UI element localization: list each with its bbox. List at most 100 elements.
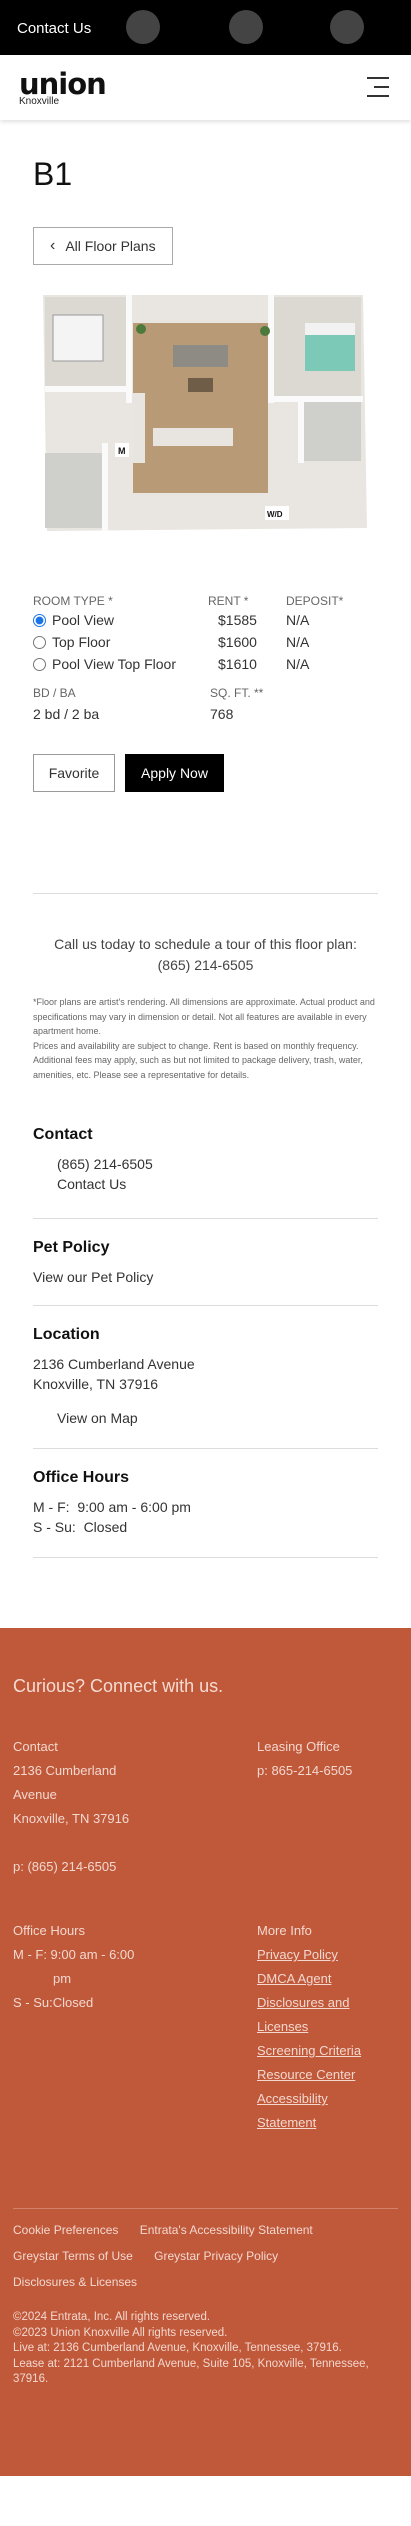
office-hours-title: Office Hours xyxy=(33,1469,130,1486)
tour-phone[interactable]: (865) 214-6505 xyxy=(33,955,378,976)
bd-ba-value: 2 bd / 2 ba xyxy=(33,706,100,722)
action-buttons: Favorite Apply Now xyxy=(33,754,378,792)
radio-icon[interactable] xyxy=(33,613,46,627)
footer-divider xyxy=(13,2208,398,2209)
accessibility-link-cont[interactable]: Statement xyxy=(257,2115,316,2130)
deposit-label: DEPOSIT* xyxy=(286,594,344,608)
radio-icon[interactable] xyxy=(33,657,46,671)
live-at-address: Live at: 2136 Cumberland Avenue, Knoxvil… xyxy=(13,2342,342,2354)
deposit-value: N/A xyxy=(286,634,310,650)
all-floor-plans-button[interactable]: ‹ All Floor Plans xyxy=(33,227,173,265)
deposit-value: N/A xyxy=(286,656,310,672)
disclosures-licenses-link[interactable]: Disclosures & Licenses xyxy=(13,2275,137,2289)
divider xyxy=(33,1448,378,1449)
disclosures-link-cont[interactable]: Licenses xyxy=(257,2019,308,2034)
room-type-column: ROOM TYPE * Pool View Top Floor Pool Vie… xyxy=(33,594,176,674)
location-section: Location 2136 Cumberland Avenue Knoxvill… xyxy=(33,1326,378,1428)
copyright-entrata: ©2024 Entrata, Inc. All rights reserved. xyxy=(13,2311,211,2323)
view-on-map-link[interactable]: View on Map xyxy=(33,1408,378,1428)
contact-title: Contact xyxy=(33,1126,93,1143)
hamburger-icon[interactable] xyxy=(367,77,389,98)
divider xyxy=(33,1305,378,1306)
footer-hours-weekend: S - Su:Closed xyxy=(13,1995,94,2010)
room-type-option[interactable]: Pool View xyxy=(33,610,176,630)
rent-value: $1585 xyxy=(218,612,257,628)
lease-at-address: Lease at: 2121 Cumberland Avenue, Suite … xyxy=(13,2357,369,2386)
deposit-column: DEPOSIT* N/A N/A N/A xyxy=(286,594,343,674)
floor-plan-image[interactable]: M W/D xyxy=(33,293,373,533)
social-icon-1[interactable] xyxy=(126,10,160,44)
greystar-terms-link[interactable]: Greystar Terms of Use xyxy=(13,2249,133,2263)
footer-leasing-phone[interactable]: p: 865-214-6505 xyxy=(257,1759,397,1783)
location-title: Location xyxy=(33,1326,100,1343)
hours-weekend: S - Su: Closed xyxy=(33,1519,128,1535)
apply-now-button[interactable]: Apply Now xyxy=(125,754,224,792)
disclosures-link[interactable]: Disclosures and xyxy=(257,1995,350,2010)
footer-office-hours: Office Hours M - F: 9:00 am - 6:00 pm S … xyxy=(13,1919,163,2015)
accessibility-link[interactable]: Accessibility xyxy=(257,2091,328,2106)
room-type-label: ROOM TYPE * xyxy=(33,594,113,608)
footer-leasing-title: Leasing Office xyxy=(257,1739,340,1754)
privacy-policy-link[interactable]: Privacy Policy xyxy=(257,1947,338,1962)
footer-legal: ©2024 Entrata, Inc. All rights reserved.… xyxy=(13,2310,398,2388)
rent-value: $1600 xyxy=(218,634,257,650)
logo-word: union xyxy=(19,67,107,101)
footer-more-title: More Info xyxy=(257,1923,312,1938)
rent-column: RENT * $1585 $1600 $1610 xyxy=(208,594,257,674)
resource-center-link[interactable]: Resource Center xyxy=(257,2067,355,2082)
disclaimer-pricing: Prices and availability are subject to c… xyxy=(33,1040,363,1080)
contact-us-link[interactable]: Contact Us xyxy=(17,20,91,37)
favorite-button[interactable]: Favorite xyxy=(33,754,115,792)
location-city: Knoxville, TN 37916 xyxy=(33,1376,159,1392)
site-footer: Curious? Connect with us. Contact 2136 C… xyxy=(0,1628,411,2476)
page-title: B1 xyxy=(33,156,73,192)
footer-address-line: Avenue xyxy=(13,1787,57,1802)
screening-criteria-link[interactable]: Screening Criteria xyxy=(257,2043,361,2058)
tour-callout: Call us today to schedule a tour of this… xyxy=(33,934,378,976)
footer-contact-title: Contact xyxy=(13,1739,58,1754)
social-icon-3[interactable] xyxy=(330,10,364,44)
chevron-left-icon: ‹ xyxy=(50,237,56,254)
footer-address-line: 2136 Cumberland xyxy=(13,1763,117,1778)
footer-leasing: Leasing Office p: 865-214-6505 xyxy=(257,1735,397,1783)
contact-us-link[interactable]: Contact Us xyxy=(33,1174,378,1194)
divider xyxy=(33,1557,378,1558)
rent-label: RENT * xyxy=(208,594,249,608)
site-header: union Knoxville xyxy=(0,55,411,120)
hours-weekday: M - F: 9:00 am - 6:00 pm xyxy=(33,1499,191,1515)
tour-text: Call us today to schedule a tour of this… xyxy=(54,936,357,952)
entrata-accessibility-link[interactable]: Entrata's Accessibility Statement xyxy=(140,2223,313,2237)
floorplan-label-m: M xyxy=(118,446,126,456)
footer-hours-weekday-cont: pm xyxy=(53,1971,72,1986)
room-type-option[interactable]: Top Floor xyxy=(33,632,176,652)
logo[interactable]: union Knoxville xyxy=(19,67,107,108)
dmca-agent-link[interactable]: DMCA Agent xyxy=(257,1971,331,1986)
contact-section: Contact (865) 214-6505 Contact Us xyxy=(33,1126,378,1194)
pet-policy-link[interactable]: View our Pet Policy xyxy=(33,1267,378,1287)
room-type-option[interactable]: Pool View Top Floor xyxy=(33,654,176,674)
cookie-preferences-link[interactable]: Cookie Preferences xyxy=(13,2223,118,2237)
disclaimer: *Floor plans are artist's rendering. All… xyxy=(33,995,378,1082)
room-type-table: ROOM TYPE * Pool View Top Floor Pool Vie… xyxy=(33,594,378,684)
footer-hours-title: Office Hours xyxy=(13,1923,86,1938)
main-content: B1 ‹ All Floor Plans M W/D ROOM TYPE * P… xyxy=(0,156,411,1558)
location-street: 2136 Cumberland Avenue xyxy=(33,1356,195,1372)
contact-phone[interactable]: (865) 214-6505 xyxy=(33,1154,378,1174)
footer-address-line: Knoxville, TN 37916 xyxy=(13,1811,130,1826)
floorplan-label-wd: W/D xyxy=(267,510,283,519)
social-icon-2[interactable] xyxy=(229,10,263,44)
radio-icon[interactable] xyxy=(33,635,46,649)
disclaimer-floorplans: *Floor plans are artist's rendering. All… xyxy=(33,997,375,1036)
footer-heading: Curious? Connect with us. xyxy=(13,1676,224,1696)
footer-contact-phone[interactable]: p: (865) 214-6505 xyxy=(13,1855,153,1879)
footer-hours-weekday: M - F: 9:00 am - 6:00 xyxy=(13,1947,135,1962)
divider xyxy=(33,893,378,894)
greystar-privacy-link[interactable]: Greystar Privacy Policy xyxy=(154,2249,278,2263)
deposit-value: N/A xyxy=(286,612,310,628)
office-hours-section: Office Hours M - F: 9:00 am - 6:00 pm S … xyxy=(33,1469,378,1537)
bd-ba-label: BD / BA xyxy=(33,686,76,700)
pet-policy-section: Pet Policy View our Pet Policy xyxy=(33,1239,378,1287)
copyright-union: ©2023 Union Knoxville All rights reserve… xyxy=(13,2326,228,2339)
footer-contact: Contact 2136 Cumberland Avenue Knoxville… xyxy=(13,1735,153,1879)
divider xyxy=(33,1218,378,1219)
